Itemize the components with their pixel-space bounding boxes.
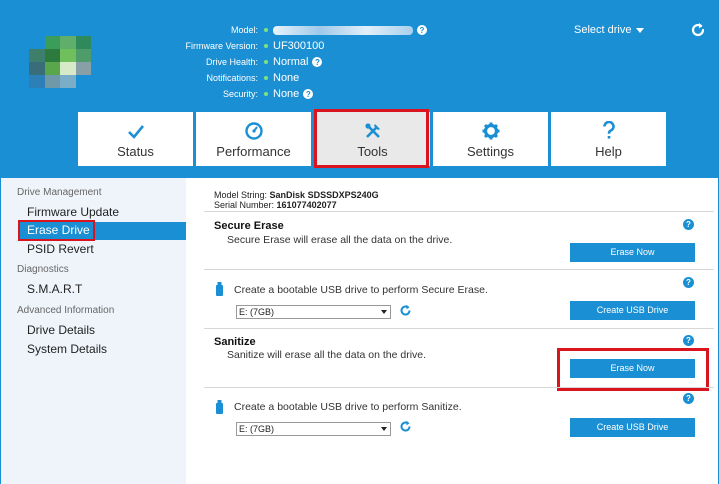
serial-number-value: 161077402077 [276, 200, 337, 210]
chevron-down-icon [636, 27, 645, 33]
notifications-value: None [273, 72, 300, 84]
question-icon [602, 121, 615, 139]
help-icon[interactable]: ? [683, 277, 694, 288]
divider [204, 387, 714, 388]
help-icon[interactable]: ? [312, 57, 323, 67]
notifications-row: Notifications: None [160, 70, 440, 86]
tab-performance-label: Performance [216, 144, 291, 159]
status-dot-icon [264, 76, 268, 80]
status-dot-icon [264, 44, 268, 48]
tab-status-label: Status [117, 144, 154, 159]
tab-help-label: Help [595, 144, 622, 159]
tab-settings-label: Settings [467, 144, 514, 159]
drive-health-row: Drive Health: Normal ? [160, 54, 440, 70]
secure-erase-title: Secure Erase [214, 220, 284, 232]
usb-drive-icon [216, 282, 223, 296]
refresh-icon[interactable] [399, 304, 412, 317]
model-string: Model String: SanDisk SDSSDXPS240G [214, 190, 379, 200]
sidebar-heading-diagnostics: Diagnostics [17, 264, 69, 275]
speedometer-icon [244, 122, 263, 140]
divider [204, 269, 714, 270]
model-string-value: SanDisk SDSSDXPS240G [269, 190, 379, 200]
usb-drive-select[interactable]: E: (7GB) [236, 305, 391, 319]
model-label: Model: [230, 25, 258, 35]
drive-health-label: Drive Health: [205, 57, 258, 67]
sidebar-item-smart[interactable]: S.M.A.R.T [27, 282, 82, 296]
usb-sanitize-text: Create a bootable USB drive to perform S… [234, 401, 462, 413]
sidebar-item-drive-details[interactable]: Drive Details [27, 323, 95, 337]
drive-health-value: Normal [273, 56, 309, 68]
sidebar-item-firmware-update[interactable]: Firmware Update [27, 205, 119, 219]
refresh-icon[interactable] [690, 22, 706, 38]
sidebar-item-system-details[interactable]: System Details [27, 342, 107, 356]
tab-performance[interactable]: Performance [196, 112, 311, 166]
security-value: None [273, 88, 300, 100]
select-drive-label: Select drive [574, 24, 632, 36]
sanitize-erase-now-button[interactable]: Erase Now [570, 359, 695, 378]
firmware-row: Firmware Version: UF300100 [160, 38, 440, 54]
create-usb-drive-button[interactable]: Create USB Drive [570, 418, 695, 437]
firmware-label: Firmware Version: [185, 41, 258, 51]
help-icon[interactable]: ? [683, 335, 694, 346]
tab-help[interactable]: Help [551, 112, 666, 166]
usb-drive-select-value: E: (7GB) [239, 424, 275, 434]
status-dot-icon [264, 28, 268, 32]
serial-number-label: Serial Number: [214, 200, 275, 210]
divider [204, 328, 714, 329]
tab-tools-label: Tools [357, 144, 388, 159]
status-dot-icon [264, 60, 268, 64]
usb-drive-select-value: E: (7GB) [239, 307, 275, 317]
model-value-redacted [273, 25, 413, 35]
help-icon[interactable]: ? [683, 393, 694, 404]
secure-erase-now-button[interactable]: Erase Now [570, 243, 695, 262]
gear-icon [482, 122, 499, 140]
sanitize-title: Sanitize [214, 336, 256, 348]
sidebar-heading-advanced-information: Advanced Information [17, 305, 115, 316]
refresh-icon[interactable] [399, 420, 412, 433]
chevron-down-icon [381, 427, 387, 431]
help-icon[interactable]: ? [683, 219, 694, 230]
usb-drive-select[interactable]: E: (7GB) [236, 422, 391, 436]
help-icon[interactable]: ? [417, 25, 427, 35]
firmware-value: UF300100 [273, 40, 325, 52]
divider [204, 211, 714, 212]
create-usb-drive-button[interactable]: Create USB Drive [570, 301, 695, 320]
security-label: Security: [222, 89, 258, 99]
chevron-down-icon [381, 310, 387, 314]
model-string-label: Model String: [214, 190, 268, 200]
sidebar-item-psid-revert[interactable]: PSID Revert [27, 242, 94, 256]
secure-erase-description: Secure Erase will erase all the data on … [227, 234, 453, 246]
sidebar-item-erase-drive[interactable]: Erase Drive [27, 223, 90, 237]
tab-status[interactable]: Status [78, 112, 193, 166]
select-drive-dropdown[interactable]: Select drive [574, 24, 645, 36]
status-dot-icon [264, 92, 268, 96]
usb-drive-icon [216, 400, 223, 414]
usb-secure-erase-text: Create a bootable USB drive to perform S… [234, 284, 488, 296]
sidebar-heading-drive-management: Drive Management [17, 187, 102, 198]
notifications-label: Notifications: [206, 73, 258, 83]
check-icon [127, 125, 144, 139]
app-logo [29, 36, 91, 88]
model-row: Model: ? [160, 22, 440, 38]
tab-tools[interactable]: Tools [315, 112, 430, 166]
help-icon[interactable]: ? [303, 89, 314, 99]
tools-icon [364, 123, 380, 138]
tab-settings[interactable]: Settings [433, 112, 548, 166]
sanitize-description: Sanitize will erase all the data on the … [227, 349, 427, 361]
serial-number: Serial Number: 161077402077 [214, 200, 337, 210]
security-row: Security: None ? [160, 86, 440, 102]
drive-info-panel: Model: ? Firmware Version: UF300100 Driv… [160, 22, 440, 102]
